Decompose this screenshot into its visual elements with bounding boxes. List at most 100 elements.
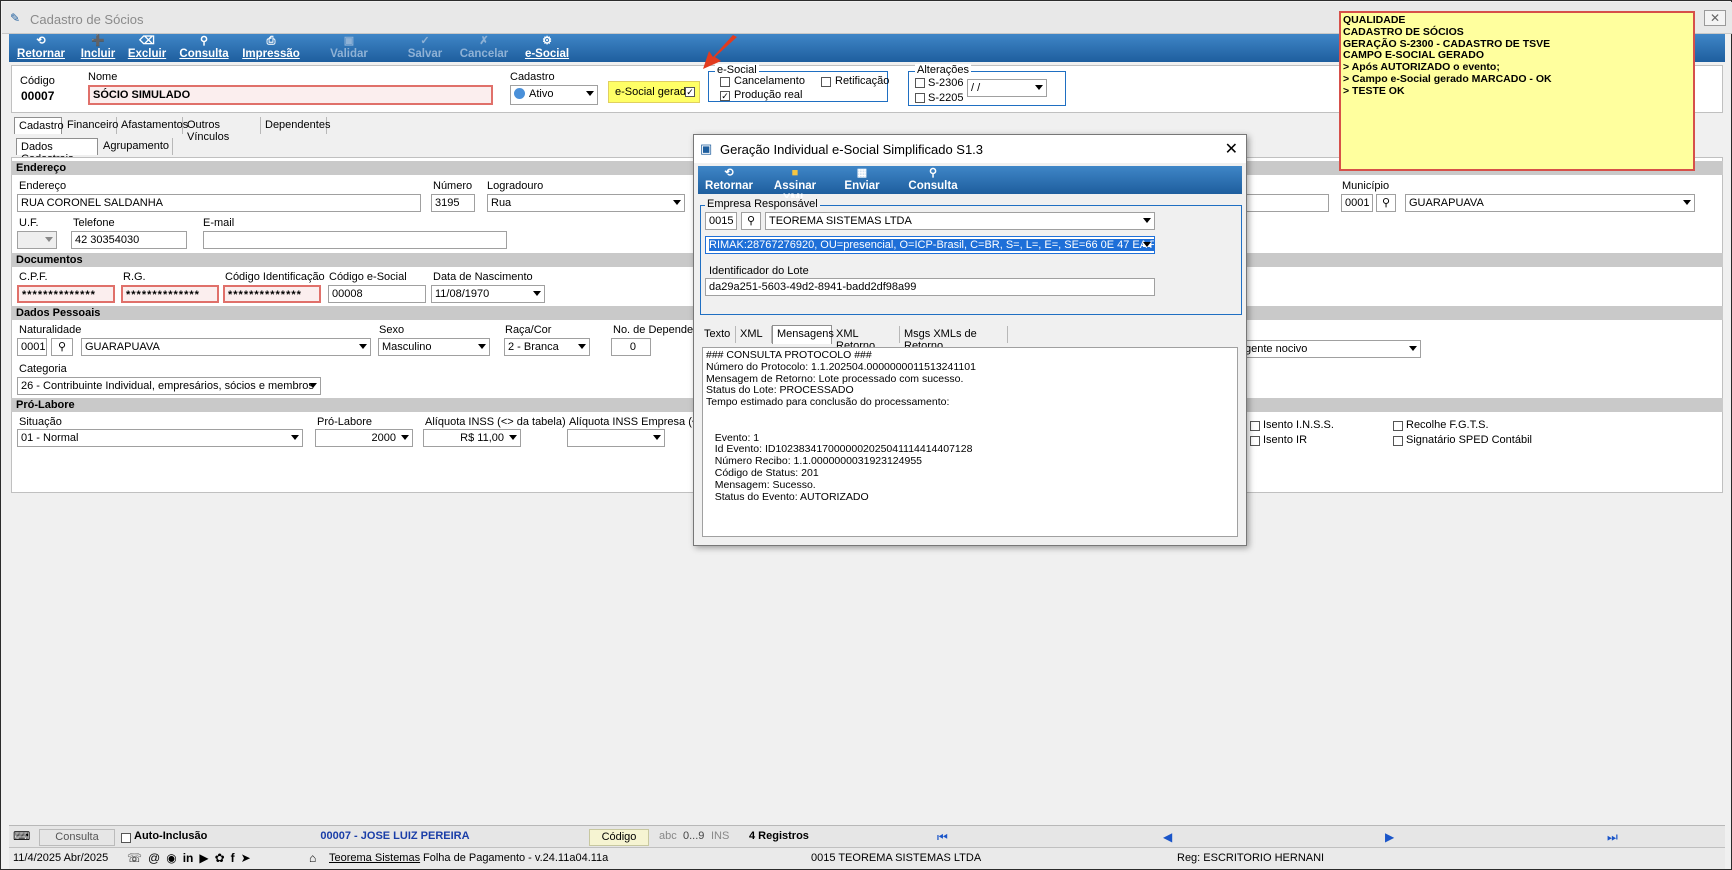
prolabore-field[interactable]: 2000: [315, 429, 413, 447]
sexo-select[interactable]: Masculino: [378, 338, 490, 356]
rg-field[interactable]: **************: [121, 285, 219, 303]
nome-field[interactable]: SÓCIO SIMULADO: [88, 85, 493, 105]
nascimento-field[interactable]: 11/08/1970: [431, 285, 545, 303]
agente-nocivo-value: gente nocivo: [1245, 343, 1308, 355]
dialog-consulta-button[interactable]: ⚲ Consulta: [908, 166, 958, 194]
aliquota-empresa-field[interactable]: [567, 429, 665, 447]
back-arrow-icon: ⟲: [36, 35, 46, 47]
isento-ir-checkbox[interactable]: [1250, 436, 1260, 446]
naturalidade-select[interactable]: GUARAPUAVA: [81, 338, 371, 356]
telegram-icon[interactable]: ➤: [241, 851, 251, 866]
subtab-agrupamento[interactable]: Agrupamento: [99, 138, 173, 155]
logradouro-select[interactable]: Rua: [487, 194, 685, 212]
situacao-select[interactable]: 01 - Normal: [17, 429, 303, 447]
at-icon[interactable]: @: [148, 851, 160, 866]
headset-icon[interactable]: ☏: [127, 851, 142, 866]
instagram-icon[interactable]: ◉: [166, 851, 176, 866]
assinar-xml-button[interactable]: ■Assinar XML: [762, 166, 828, 205]
dependentes-stepper[interactable]: 0: [611, 338, 651, 356]
tab-msgs-xmls-retorno[interactable]: Msgs XMLs de Retorno: [900, 326, 1008, 352]
last-record-icon[interactable]: ⏭: [1607, 830, 1618, 845]
esocial-button[interactable]: ⚙ e-Social: [523, 34, 571, 62]
s2205-checkbox[interactable]: [915, 93, 925, 103]
keyboard-icon[interactable]: ⌨: [13, 829, 30, 846]
mensagens-textarea[interactable]: ### CONSULTA PROTOCOLO ### Número do Pro…: [702, 347, 1238, 537]
youtube-icon[interactable]: ▶: [199, 851, 208, 866]
cadastro-select[interactable]: Ativo: [510, 85, 598, 105]
numero-field[interactable]: 3195: [431, 194, 475, 212]
first-record-icon[interactable]: ⏮: [937, 830, 948, 845]
validar-button[interactable]: ▣ Validar: [327, 34, 371, 62]
naturalidade-search-button[interactable]: ⚲: [51, 338, 73, 356]
enviar-button[interactable]: ▦ Enviar: [842, 166, 882, 194]
endereco-field[interactable]: RUA CORONEL SALDANHA: [17, 194, 421, 212]
bairro-field-partial[interactable]: [1245, 194, 1329, 212]
tab-texto[interactable]: Texto: [700, 326, 736, 343]
codigo-identificacao-field[interactable]: **************: [223, 285, 321, 303]
consulta-button[interactable]: ⚲ Consulta: [179, 34, 229, 62]
tab-outros-vinculos[interactable]: Outros Vínculos: [183, 117, 261, 143]
excluir-button[interactable]: ⌫ Excluir: [125, 34, 169, 62]
alteracoes-date[interactable]: / /: [967, 79, 1047, 97]
close-button[interactable]: ✕: [1704, 10, 1726, 26]
isento-inss-checkbox[interactable]: [1250, 421, 1260, 431]
tab-dependentes[interactable]: Dependentes: [261, 117, 330, 134]
retornar-button[interactable]: ⟲ Retornar: [15, 34, 67, 62]
esocial-gerado-checkbox[interactable]: ✓: [685, 87, 695, 97]
salvar-button[interactable]: ✓ Salvar: [403, 34, 447, 62]
retificacao-checkbox[interactable]: [821, 77, 831, 87]
cancelamento-checkbox[interactable]: [720, 77, 730, 87]
s2306-checkbox[interactable]: [915, 78, 925, 88]
uf-select[interactable]: [17, 231, 57, 249]
tab-xml[interactable]: XML: [736, 326, 772, 343]
raca-select[interactable]: 2 - Branca: [504, 338, 590, 356]
telefone-field[interactable]: 42 30354030: [71, 231, 187, 249]
impressao-button[interactable]: ⎙ Impressão: [241, 34, 301, 62]
producao-real-checkbox[interactable]: ✓: [720, 91, 730, 101]
categoria-select[interactable]: 26 - Contribuinte Individual, empresário…: [17, 377, 321, 395]
tab-mensagens[interactable]: Mensagens: [772, 325, 834, 344]
prev-record-icon[interactable]: ◀: [1163, 830, 1172, 844]
teorema-link[interactable]: Teorema Sistemas: [329, 851, 420, 868]
auto-inclusao-checkbox[interactable]: [121, 833, 131, 843]
certificado-select[interactable]: RIMAK:28767276920, OU=presencial, O=ICP-…: [705, 236, 1155, 254]
codigo-order-button[interactable]: Código: [589, 829, 649, 846]
codigo-esocial-label: Código e-Social: [329, 271, 407, 283]
aliquota-field[interactable]: R$ 11,00: [423, 429, 521, 447]
tab-cadastro[interactable]: Cadastro: [14, 117, 64, 134]
cancelar-button[interactable]: ✗ Cancelar: [459, 34, 509, 62]
consulta-status-button[interactable]: Consulta: [39, 829, 115, 846]
incluir-button[interactable]: ➕ Incluir: [77, 34, 119, 62]
municipio-select[interactable]: GUARAPUAVA: [1405, 194, 1695, 212]
empresa-code-field[interactable]: 0015: [705, 212, 737, 230]
note-line: CADASTRO DE SÓCIOS: [1343, 25, 1464, 38]
tab-xml-retorno[interactable]: XML Retorno: [832, 326, 900, 352]
linkedin-icon[interactable]: in: [183, 851, 194, 866]
tab-afastamentos[interactable]: Afastamentos: [117, 117, 188, 134]
municipio-code-field[interactable]: 0001: [1341, 194, 1373, 212]
recolhe-fgts-checkbox[interactable]: [1393, 421, 1403, 431]
empresa-select[interactable]: TEOREMA SISTEMAS LTDA: [765, 212, 1155, 230]
codigo-esocial-field[interactable]: 00008: [328, 285, 426, 303]
alteracoes-legend: Alterações: [915, 64, 971, 76]
facebook-icon[interactable]: f: [231, 851, 235, 866]
tab-financeiro[interactable]: Financeiro: [63, 117, 118, 134]
municipio-search-button[interactable]: ⚲: [1376, 194, 1396, 212]
aliquota-empresa-label: Alíquota INSS Empresa (<>: [569, 416, 693, 428]
cpf-field[interactable]: **************: [17, 285, 115, 303]
alteracoes-date-value: / /: [971, 82, 981, 94]
empresa-search-button[interactable]: ⚲: [741, 212, 761, 230]
subtab-dados-cadastrais[interactable]: Dados Cadastrais: [16, 138, 98, 165]
social-icons: ☏ @ ◉ in ▶ ✿ f ➤: [127, 851, 257, 868]
dialog-close-button[interactable]: ✕: [1225, 139, 1238, 159]
next-record-icon[interactable]: ▶: [1385, 830, 1394, 844]
dialog-retornar-button[interactable]: ⟲ Retornar: [704, 166, 754, 194]
twitter-icon[interactable]: ✿: [215, 851, 225, 866]
email-field[interactable]: [203, 231, 507, 249]
lote-field[interactable]: da29a251-5603-49d2-8941-badd2df98a99: [705, 278, 1155, 296]
message-line: [706, 409, 1234, 421]
naturalidade-code-field[interactable]: 0001: [17, 338, 47, 356]
s2306-label: S-2306: [928, 77, 964, 89]
agente-nocivo-select[interactable]: gente nocivo: [1241, 340, 1421, 358]
signatario-checkbox[interactable]: [1393, 436, 1403, 446]
